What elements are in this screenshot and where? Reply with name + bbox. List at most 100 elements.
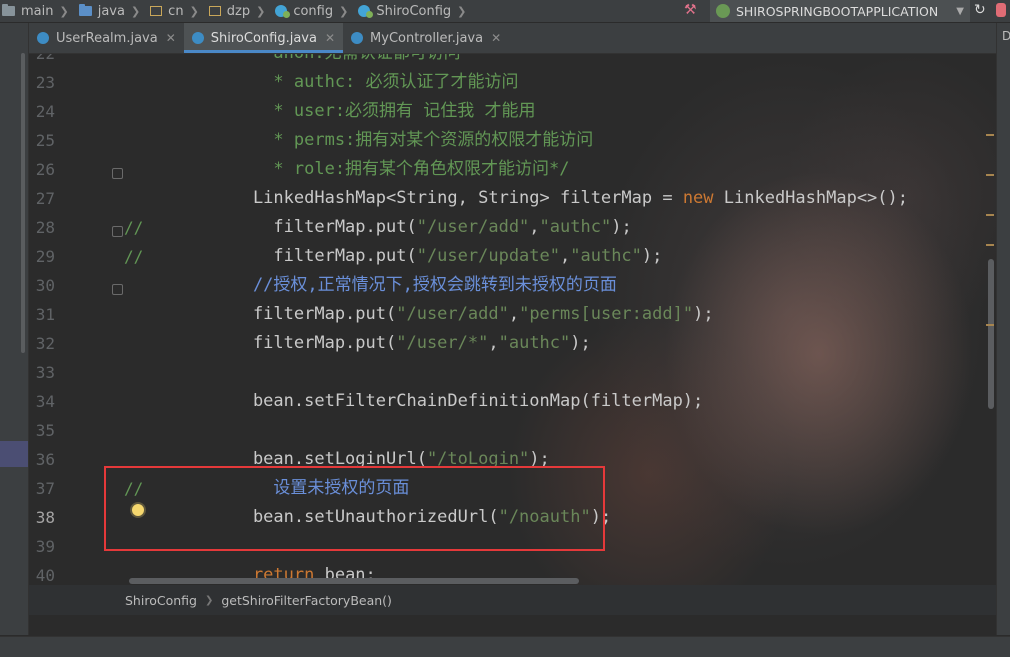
line-number: 29 xyxy=(35,247,55,266)
java-class-icon xyxy=(37,32,49,44)
code-breadcrumb-bar: ShiroConfig ❯ getShiroFilterFactoryBean(… xyxy=(29,585,996,615)
fold-icon[interactable] xyxy=(112,284,123,295)
code-line[interactable]: * perms:拥有对某个资源的权限才能访问 xyxy=(212,130,593,150)
code-line[interactable]: LinkedHashMap<String, String> filterMap … xyxy=(212,188,908,208)
java-class-icon xyxy=(351,32,364,44)
breadcrumb-method[interactable]: getShiroFilterFactoryBean() xyxy=(221,593,392,608)
scroll-marker xyxy=(986,244,994,246)
tab-mycontroller[interactable]: MyController.java ✕ xyxy=(343,23,509,53)
code-token: filterMap.put( xyxy=(212,217,417,237)
line-number: 30 xyxy=(35,276,55,295)
code-token: * perms:拥有对某个资源的权限才能访问 xyxy=(212,130,594,150)
code-token: , xyxy=(529,217,540,237)
code-line[interactable]: filterMap.put("/user/update","authc"); xyxy=(212,246,662,266)
fold-icon[interactable] xyxy=(112,168,123,179)
chevron-right-icon: ❯ xyxy=(256,4,266,18)
code-token: "authc" xyxy=(498,333,571,353)
code-editor[interactable]: 22232425262728//29//3031323334353637//38… xyxy=(29,54,996,585)
line-number: 22 xyxy=(29,54,55,63)
line-number: 25 xyxy=(35,131,55,150)
code-line[interactable]: filterMap.put("/user/*","authc"); xyxy=(212,333,591,353)
close-icon[interactable]: ✕ xyxy=(325,31,335,45)
line-number: 32 xyxy=(35,334,55,353)
code-line[interactable]: //授权,正常情况下,授权会跳转到未授权的页面 xyxy=(212,275,617,295)
line-comment-marker: // xyxy=(124,218,144,237)
line-comment-marker: // xyxy=(124,247,144,266)
code-token: bean.setFilterChainDefinitionMap(filterM… xyxy=(212,391,704,411)
crumb-config[interactable]: config ❯ xyxy=(273,4,356,19)
code-token: "authc" xyxy=(570,246,642,266)
crumb-java[interactable]: java ❯ xyxy=(77,4,148,19)
line-number: 39 xyxy=(35,537,55,556)
crumb-shiroconfig[interactable]: ShiroConfig ❯ xyxy=(356,4,474,19)
status-bar xyxy=(0,636,1010,657)
highlight-annotation-box xyxy=(104,466,605,551)
code-token: , xyxy=(508,304,520,324)
code-line[interactable]: anon:无需认证都可访问 xyxy=(212,54,460,63)
line-number: 33 xyxy=(35,363,55,382)
editor-horizontal-scrollbar[interactable] xyxy=(129,578,579,584)
line-number: 35 xyxy=(35,421,55,440)
right-tool-strip: D xyxy=(996,23,1010,635)
chevron-right-icon: ❯ xyxy=(204,594,214,606)
code-token: ); xyxy=(693,304,714,324)
code-token: , xyxy=(560,246,571,266)
tab-userrealm[interactable]: UserRealm.java ✕ xyxy=(29,23,184,53)
line-number: 23 xyxy=(35,73,55,92)
run-configuration-selector[interactable]: SHIROSPRINGBOOTAPPLICATION ▼ xyxy=(710,0,970,22)
line-number: 31 xyxy=(35,305,55,324)
selected-item-marker xyxy=(0,441,28,467)
tab-shiroconfig[interactable]: ShiroConfig.java ✕ xyxy=(183,23,344,53)
breadcrumb-class[interactable]: ShiroConfig xyxy=(125,593,197,608)
run-configuration-label: SHIROSPRINGBOOTAPPLICATION xyxy=(736,3,939,19)
fold-icon[interactable] xyxy=(112,226,123,237)
project-tool-strip xyxy=(0,23,29,635)
code-token: * user:必须拥有 记住我 才能用 xyxy=(212,101,536,121)
code-token: "/user/update" xyxy=(416,246,560,266)
rerun-icon[interactable]: ↻ xyxy=(974,2,986,18)
editor-tab-bar: UserRealm.java ✕ ShiroConfig.java ✕ MyCont… xyxy=(29,23,996,54)
line-number: 26 xyxy=(35,160,55,179)
code-token: filterMap.put( xyxy=(212,304,397,324)
code-line[interactable]: * user:必须拥有 记住我 才能用 xyxy=(212,101,536,121)
build-hammer-icon[interactable]: ⚒ xyxy=(684,2,697,18)
code-token: //授权,正常情况下,授权会跳转到未授权的页面 xyxy=(212,275,617,295)
code-token: "authc" xyxy=(539,217,612,237)
code-token: filterMap.put( xyxy=(212,333,397,353)
java-class-icon xyxy=(191,32,204,44)
side-panel-label[interactable]: D xyxy=(1002,29,1010,43)
debug-icon[interactable] xyxy=(996,3,1006,17)
crumb-cn[interactable]: cn ❯ xyxy=(148,4,207,19)
scroll-marker xyxy=(986,134,994,136)
code-line[interactable]: * authc: 必须认证了才能访问 xyxy=(212,72,519,92)
chevron-right-icon: ❯ xyxy=(339,4,349,18)
code-token: * authc: 必须认证了才能访问 xyxy=(212,72,519,92)
line-number: 37 xyxy=(35,479,55,498)
code-token: , xyxy=(488,333,499,353)
scroll-marker xyxy=(986,174,994,176)
close-icon[interactable]: ✕ xyxy=(166,31,176,45)
spring-config-icon xyxy=(275,5,291,18)
folder-icon xyxy=(2,4,15,16)
project-scrollbar[interactable] xyxy=(21,53,25,353)
close-icon[interactable]: ✕ xyxy=(491,31,501,45)
code-line[interactable]: filterMap.put("/user/add","authc"); xyxy=(212,217,632,237)
code-token: ); xyxy=(641,246,663,266)
spring-config-icon xyxy=(358,5,374,18)
line-number: 38 xyxy=(35,508,55,527)
code-token: "/user/add" xyxy=(396,304,509,324)
code-line[interactable]: filterMap.put("/user/add","perms[user:ad… xyxy=(212,304,714,324)
code-line[interactable]: bean.setFilterChainDefinitionMap(filterM… xyxy=(212,391,703,411)
package-icon xyxy=(208,6,221,16)
line-number: 24 xyxy=(35,102,55,121)
code-token: ); xyxy=(611,217,632,237)
line-number: 34 xyxy=(35,392,55,411)
crumb-main[interactable]: main ❯ xyxy=(0,4,77,19)
line-number: 27 xyxy=(35,189,55,208)
code-token: LinkedHashMap<String, String> filterMap … xyxy=(212,188,683,208)
crumb-dzp[interactable]: dzp ❯ xyxy=(207,4,274,19)
editor-vertical-scrollbar[interactable] xyxy=(988,259,994,409)
scroll-marker xyxy=(986,214,994,216)
code-token: * role:拥有某个角色权限才能访问*/ xyxy=(212,159,570,179)
code-line[interactable]: * role:拥有某个角色权限才能访问*/ xyxy=(212,159,570,179)
